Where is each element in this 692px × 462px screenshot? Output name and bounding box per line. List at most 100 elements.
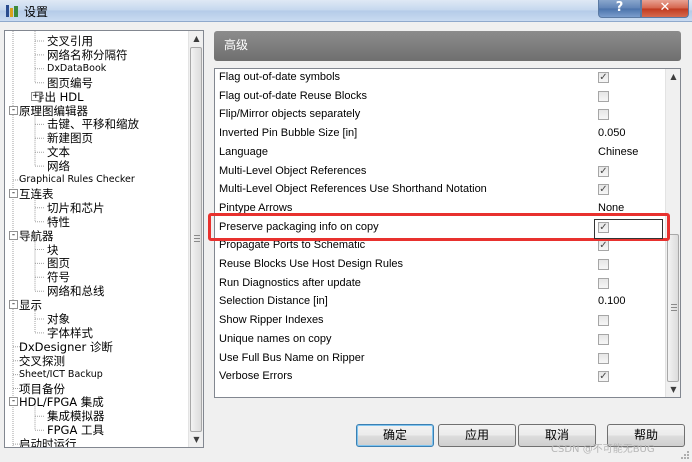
tree-item[interactable]: 导出 HDL [33,90,84,104]
property-checkbox[interactable]: ✓ [598,221,609,233]
close-button[interactable]: ✕ [641,0,689,18]
resize-grip-icon[interactable] [680,450,690,460]
tree-item[interactable]: 对象 [47,312,70,326]
property-label: Pintype Arrows [219,201,293,214]
collapse-minus-icon[interactable]: - [9,230,18,240]
scroll-down-arrow-icon[interactable]: ▼ [189,432,203,447]
tree-item[interactable]: 文本 [47,145,70,159]
tree-item[interactable]: 字体样式 [47,326,93,340]
property-value[interactable]: Chinese [598,146,638,158]
property-row[interactable]: Language Chinese [215,144,665,163]
property-row[interactable]: Reuse Blocks Use Host Design Rules [215,256,665,275]
property-row[interactable]: Show Ripper Indexes [215,312,665,331]
property-row[interactable]: Inverted Pin Bubble Size [in] 0.050 [215,125,665,144]
property-value[interactable]: 0.050 [598,127,626,139]
ok-button[interactable]: 确定 [356,424,434,447]
tree-item[interactable]: HDL/FPGA 集成 [19,395,104,409]
tree-item[interactable]: 新建图页 [47,131,93,145]
tree-item[interactable]: 网络 [47,159,70,173]
tree-item[interactable]: 原理图编辑器 [19,104,88,118]
property-row[interactable]: Flag out-of-date symbols ✓ [215,69,665,88]
property-row[interactable]: Run Diagnostics after update [215,275,665,294]
property-row[interactable]: Propagate Ports to Schematic ✓ [215,237,665,256]
property-checkbox[interactable]: ✓ [598,371,609,383]
property-scroll-thumb[interactable] [667,234,679,382]
property-value[interactable]: None [598,202,624,214]
property-grid[interactable]: Flag out-of-date symbols ✓ Flag out-of-dat… [214,68,681,398]
property-checkbox[interactable]: ✓ [598,165,609,177]
property-row[interactable]: Preserve packaging info on copy ✓ [215,219,665,238]
tree-content: 交叉引用 网络名称分隔符 DxDataBook 图页编号 导出 HDL + 原理图编辑器 - 击… [5,31,189,447]
property-row[interactable]: Selection Distance [in] 0.100 [215,293,665,312]
tree-item[interactable]: 击键、平移和缩放 [47,117,139,131]
watermark: CSDN @不可能无BUG [551,444,655,455]
property-checkbox[interactable] [598,352,609,364]
property-scrollbar[interactable]: ▲ ▼ [665,69,680,397]
collapse-minus-icon[interactable]: - [9,300,18,310]
tree-item[interactable]: 网络和总线 [47,284,105,298]
tree-item[interactable]: 图页编号 [47,76,93,90]
tree-item[interactable]: 网络名称分隔符 [47,48,128,62]
tree-scroll-thumb[interactable] [190,47,202,432]
tree-item[interactable]: Sheet/ICT Backup [19,368,103,382]
property-label: Show Ripper Indexes [219,314,324,327]
collapse-minus-icon[interactable]: - [9,397,18,407]
scroll-up-arrow-icon[interactable]: ▲ [666,69,680,84]
property-row[interactable]: Multi-Level Object References ✓ [215,163,665,182]
property-label: Propagate Ports to Schematic [219,239,366,252]
property-label: Reuse Blocks Use Host Design Rules [219,258,404,270]
property-checkbox[interactable]: ✓ [598,184,609,196]
property-label: Run Diagnostics after update [219,276,361,289]
property-value[interactable]: 0.100 [598,295,626,307]
help-title-button[interactable]: ? [598,0,641,18]
scroll-down-arrow-icon[interactable]: ▼ [666,382,680,397]
collapse-minus-icon[interactable]: - [9,105,18,115]
apply-button[interactable]: 应用 [438,424,516,447]
property-checkbox[interactable]: ✓ [598,240,609,252]
property-row[interactable]: Flag out-of-date Reuse Blocks [215,88,665,107]
tree-item[interactable]: 互连表 [19,187,54,201]
property-checkbox[interactable] [598,90,609,102]
tree-item[interactable]: DxDataBook [47,62,106,76]
property-row[interactable]: Use Full Bus Name on Ripper [215,350,665,369]
tree-item[interactable]: DxDesigner 诊断 [19,340,113,354]
tree-item[interactable]: 交叉引用 [47,34,93,48]
property-checkbox[interactable] [598,333,609,345]
tree-item[interactable]: 集成模拟器 [47,409,105,423]
property-row[interactable]: Flip/Mirror objects separately [215,106,665,125]
expand-plus-icon[interactable]: + [31,91,40,101]
property-checkbox[interactable]: ✓ [598,72,609,83]
scroll-up-arrow-icon[interactable]: ▲ [189,31,203,46]
tree-item[interactable]: 符号 [47,270,70,284]
collapse-minus-icon[interactable]: - [9,188,18,198]
property-label: Flag out-of-date symbols [219,71,341,83]
tree-scrollbar[interactable]: ▲ ▼ [188,31,203,447]
property-row[interactable]: Multi-Level Object References Use Shorth… [215,181,665,200]
tree-item[interactable]: 交叉探测 [19,354,65,368]
tree-item[interactable]: 切片和芯片 [47,201,105,215]
tree-item[interactable]: 启动时运行 [19,437,77,447]
property-label: Preserve packaging info on copy [219,220,379,233]
tree-item[interactable]: FPGA 工具 [47,423,104,437]
tree-item[interactable]: 导航器 [19,229,54,243]
tree-item[interactable]: Graphical Rules Checker [19,173,135,187]
property-checkbox[interactable] [598,277,609,289]
property-row[interactable]: Verbose Errors ✓ [215,368,665,387]
tree-item[interactable]: 块 [47,243,59,257]
property-label: Multi-Level Object References [219,164,367,177]
property-row[interactable]: Unique names on copy [215,331,665,350]
tree-item[interactable]: 项目备份 [19,382,65,396]
tree-item[interactable]: 图页 [47,256,70,270]
property-checkbox[interactable] [598,315,609,327]
property-row[interactable]: Pintype Arrows None [215,200,665,219]
property-checkbox[interactable] [598,259,609,270]
settings-tree[interactable]: 交叉引用 网络名称分隔符 DxDataBook 图页编号 导出 HDL + 原理图编辑器 - 击… [4,30,204,448]
property-label: Use Full Bus Name on Ripper [219,351,365,364]
property-checkbox[interactable] [598,109,609,121]
property-label: Selection Distance [in] [219,295,328,308]
tree-item[interactable]: 特性 [47,215,70,229]
property-label: Multi-Level Object References Use Shorth… [219,183,487,196]
tree-item[interactable]: 显示 [19,298,42,312]
property-label: Verbose Errors [219,370,293,383]
property-label: Language [219,145,268,158]
